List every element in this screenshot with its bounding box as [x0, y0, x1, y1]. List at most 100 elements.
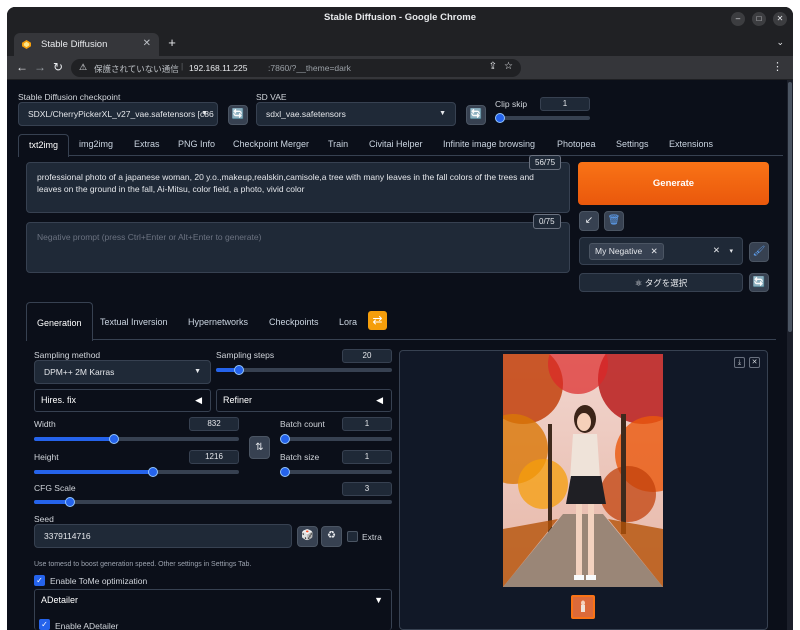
remove-chip-icon[interactable]: ✕ — [651, 246, 658, 256]
seed-input[interactable]: 3379114716 — [34, 524, 292, 548]
negative-token-counter: 0/75 — [533, 214, 561, 229]
tab-search-icon[interactable]: ⌄ — [776, 37, 784, 48]
enable-adetailer-checkbox[interactable]: ✓ — [39, 619, 50, 630]
share-icon[interactable]: ⇪ — [489, 61, 497, 72]
width-slider[interactable] — [34, 434, 239, 444]
extra-label: Extra — [362, 532, 382, 542]
batch-count-slider[interactable] — [280, 434, 392, 444]
reload-icon[interactable]: ↻ — [53, 60, 63, 74]
generate-button[interactable]: Generate — [578, 162, 769, 205]
new-tab-button[interactable]: + — [164, 35, 180, 51]
tab-train[interactable]: Train — [328, 139, 348, 149]
slider-handle[interactable] — [147, 467, 158, 477]
swap-dimensions-button[interactable]: ⇅ — [249, 436, 270, 459]
tab-txt2img[interactable]: txt2img — [18, 134, 70, 157]
tome-checkbox[interactable]: ✓ — [34, 575, 45, 586]
tab-generation[interactable]: Generation — [26, 302, 93, 341]
slider-handle[interactable] — [280, 434, 290, 444]
checkpoint-dropdown[interactable]: SDXL/CherryPickerXL_v27_vae.safetensors … — [18, 102, 218, 126]
tag-icon: ⚛ — [634, 278, 643, 288]
tab-civitai-helper[interactable]: Civitai Helper — [369, 139, 423, 149]
styles-dropdown[interactable]: My Negative ✕ ✕ ▾ — [579, 237, 743, 265]
tab-textual-inversion[interactable]: Textual Inversion — [100, 317, 168, 327]
tab-extras[interactable]: Extras — [134, 139, 160, 149]
close-window-button[interactable]: ✕ — [773, 12, 787, 26]
batch-size-slider[interactable] — [280, 467, 392, 477]
generated-image[interactable] — [503, 354, 663, 587]
random-seed-button[interactable]: 🎲 — [297, 526, 318, 547]
clear-prompt-button[interactable]: 🗑 — [604, 211, 624, 231]
gallery-thumbnail[interactable] — [571, 595, 595, 619]
separator: | — [181, 61, 184, 71]
browser-window: Stable Diffusion - Google Chrome – □ ✕ S… — [7, 7, 793, 630]
sampling-method-dropdown[interactable]: DPM++ 2M Karras ▼ — [34, 360, 211, 384]
slider-handle[interactable] — [108, 434, 119, 444]
collapse-triangle-icon: ◀ — [376, 395, 383, 405]
slider-handle[interactable] — [495, 113, 505, 123]
sampling-steps-label: Sampling steps — [216, 350, 275, 360]
tab-hypernetworks[interactable]: Hypernetworks — [188, 317, 248, 327]
slider-handle[interactable] — [233, 365, 244, 375]
width-input[interactable]: 832 — [189, 417, 239, 431]
height-slider[interactable] — [34, 467, 239, 477]
tome-label: Enable ToMe optimization — [50, 576, 148, 586]
generation-subtabs: Generation Textual Inversion Hypernetwor… — [26, 302, 776, 341]
slider-handle[interactable] — [280, 467, 290, 477]
hires-fix-accordion[interactable]: Hires. fix ◀ — [34, 389, 211, 412]
bookmark-star-icon[interactable]: ☆ — [504, 61, 513, 72]
chevron-down-icon: ▾ — [729, 248, 733, 255]
page-scrollbar[interactable] — [787, 80, 793, 630]
more-menu-icon[interactable]: ⋮ — [772, 60, 783, 73]
tab-photopea[interactable]: Photopea — [557, 139, 596, 149]
style-chip[interactable]: My Negative ✕ — [589, 243, 664, 260]
refiner-accordion[interactable]: Refiner ◀ — [216, 389, 392, 412]
main-tabs: txt2img img2img Extras PNG Info Checkpoi… — [18, 134, 783, 157]
sampling-steps-input[interactable]: 20 — [342, 349, 392, 363]
tab-checkpoint-merger[interactable]: Checkpoint Merger — [233, 139, 309, 149]
close-preview-icon[interactable]: ✕ — [749, 357, 760, 368]
refresh-vae-button[interactable]: 🔄 — [466, 105, 486, 125]
reuse-seed-button[interactable]: ♻ — [321, 526, 342, 547]
prompt-textarea[interactable]: professional photo of a japanese woman, … — [26, 162, 570, 213]
close-tab-icon[interactable]: ✕ — [143, 38, 151, 49]
cfg-scale-input[interactable]: 3 — [342, 482, 392, 496]
apply-styles-button[interactable]: 🖌 — [749, 242, 769, 262]
maximize-button[interactable]: □ — [752, 12, 766, 26]
slider-handle[interactable] — [64, 497, 75, 507]
tab-lora[interactable]: Lora — [339, 317, 357, 327]
negative-prompt-textarea[interactable]: Negative prompt (press Ctrl+Enter or Alt… — [26, 222, 570, 273]
cfg-scale-slider[interactable] — [34, 497, 392, 507]
clear-styles-icon[interactable]: ✕ — [713, 245, 720, 256]
height-input[interactable]: 1216 — [189, 450, 239, 464]
minimize-button[interactable]: – — [731, 12, 745, 26]
adetailer-label: ADetailer — [41, 595, 79, 605]
extra-checkbox[interactable] — [347, 531, 358, 542]
tab-checkpoints[interactable]: Checkpoints — [269, 317, 319, 327]
recycle-icon: ♻ — [327, 530, 336, 541]
refresh-checkpoint-button[interactable]: 🔄 — [228, 105, 248, 125]
lora-toggle-icon[interactable]: ⇄ — [368, 311, 387, 330]
slider-fill — [34, 437, 114, 441]
tab-settings[interactable]: Settings — [616, 139, 649, 149]
clip-skip-input[interactable]: 1 — [540, 97, 590, 111]
browser-tab[interactable]: Stable Diffusion ✕ — [14, 33, 159, 56]
tab-extensions[interactable]: Extensions — [669, 139, 713, 149]
scrollbar-thumb[interactable] — [788, 82, 792, 332]
clip-skip-slider[interactable] — [495, 113, 590, 123]
back-icon[interactable]: ← — [16, 60, 28, 74]
refresh-tags-button[interactable]: 🔄 — [749, 273, 769, 292]
tab-png-info[interactable]: PNG Info — [178, 139, 215, 149]
vae-dropdown[interactable]: sdxl_vae.safetensors ▼ — [256, 102, 456, 126]
read-params-button[interactable]: ↙ — [579, 211, 599, 231]
tab-img2img[interactable]: img2img — [79, 139, 113, 149]
tome-hint: Use tomesd to boost generation speed. Ot… — [34, 561, 252, 568]
tag-select-button[interactable]: ⚛ タグを選択 — [579, 273, 743, 292]
batch-size-input[interactable]: 1 — [342, 450, 392, 464]
tab-infinite-image-browsing[interactable]: Infinite image browsing — [443, 139, 535, 149]
forward-icon[interactable]: → — [34, 60, 46, 74]
address-bar[interactable]: ⚠ 保護されていない通信 | 192.168.11.225 :7860/?__t… — [71, 59, 521, 77]
arrow-down-left-icon: ↙ — [584, 215, 594, 226]
sampling-steps-slider[interactable] — [216, 365, 392, 375]
download-icon[interactable]: ⤓ — [734, 357, 745, 368]
batch-count-input[interactable]: 1 — [342, 417, 392, 431]
